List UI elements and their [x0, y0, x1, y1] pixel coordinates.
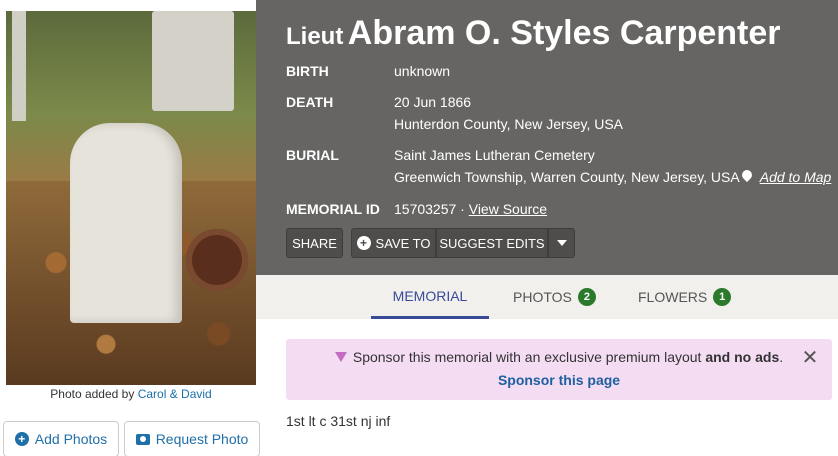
sponsor-text-main: Sponsor this memorial with an exclusive …: [352, 349, 702, 365]
view-source-link[interactable]: View Source: [469, 201, 547, 217]
tab-memorial[interactable]: MEMORIAL: [371, 275, 489, 319]
memorial-tabs: MEMORIAL PHOTOS 2 FLOWERS 1: [256, 275, 838, 319]
sponsor-text-bold: and no ads: [705, 349, 780, 365]
request-photo-button[interactable]: Request Photo: [124, 421, 260, 456]
photo-credit-link[interactable]: Carol & David: [138, 387, 212, 401]
camera-icon: [135, 433, 150, 445]
map-pin-icon: [742, 170, 752, 183]
death-date: 20 Jun 1866: [394, 94, 472, 110]
burial-place-row: Greenwich Township, Warren County, New J…: [394, 166, 831, 188]
suggest-edits-label: SUGGEST EDITS: [439, 235, 545, 251]
sponsor-banner: Sponsor this memorial with an exclusive …: [286, 339, 832, 400]
name-prefix: Lieut: [286, 23, 344, 50]
background-headstone-edge: [12, 11, 26, 121]
birth-label: BIRTH: [286, 63, 329, 79]
memorial-name: Abram O. Styles Carpenter: [347, 14, 781, 52]
add-photos-label: Add Photos: [34, 431, 108, 447]
memorial-id-label: MEMORIAL ID: [286, 201, 380, 217]
death-value: 20 Jun 1866 Hunterdon County, New Jersey…: [394, 91, 623, 135]
memorial-id-row: 15703257 · View Source: [394, 198, 547, 220]
memorial-header: Lieut Abram O. Styles Carpenter BIRTH un…: [256, 0, 838, 275]
memorial-bio: 1st lt c 31st nj inf: [286, 413, 391, 429]
death-place: Hunterdon County, New Jersey, USA: [394, 116, 624, 132]
birth-value: unknown: [394, 63, 451, 79]
burial-place: Greenwich Township, Warren County, New J…: [394, 169, 740, 185]
more-actions-dropdown[interactable]: [548, 228, 575, 258]
tab-photos[interactable]: PHOTOS 2: [513, 275, 596, 319]
left-column: Photo added by Carol & David + Add Photo…: [0, 0, 280, 456]
sponsor-text: Sponsor this memorial with an exclusive …: [286, 349, 832, 365]
tab-photos-label: PHOTOS: [513, 289, 572, 305]
share-button[interactable]: SHARE: [286, 228, 343, 258]
burial-label: BURIAL: [286, 147, 339, 163]
veteran-medallion: [186, 229, 248, 291]
plus-circle-icon: +: [356, 236, 371, 250]
sponsor-page-link-label: Sponsor this page: [497, 372, 621, 388]
save-to-label: SAVE TO: [375, 235, 431, 251]
photo-caption: Photo added by Carol & David: [6, 387, 256, 401]
add-to-map-link[interactable]: Add to Map: [760, 169, 832, 185]
sponsor-text-end: .: [779, 349, 784, 365]
tab-flowers-label: FLOWERS: [638, 289, 708, 305]
add-photos-button[interactable]: + Add Photos: [3, 421, 119, 456]
memorial-id-value: 15703257 ·: [394, 201, 465, 217]
sponsor-page-link[interactable]: Sponsor this page: [286, 372, 832, 388]
photo-caption-prefix: Photo added by: [50, 387, 135, 401]
photos-count-badge: 2: [577, 288, 596, 306]
headstone: [70, 123, 182, 323]
chevron-down-icon: [556, 240, 567, 246]
flowers-count-badge: 1: [713, 288, 732, 306]
plus-circle-icon: +: [14, 432, 29, 446]
tab-memorial-label: MEMORIAL: [392, 287, 468, 304]
burial-value: Saint James Lutheran Cemetery Greenwich …: [394, 144, 831, 188]
close-icon[interactable]: ✕: [800, 348, 820, 368]
page-title: Lieut Abram O. Styles Carpenter: [286, 14, 780, 53]
background-headstone: [152, 11, 234, 111]
memorial-photo[interactable]: [6, 11, 256, 385]
diamond-icon: [334, 352, 347, 362]
burial-cemetery[interactable]: Saint James Lutheran Cemetery: [394, 144, 831, 166]
suggest-edits-button[interactable]: SUGGEST EDITS: [436, 228, 548, 258]
death-label: DEATH: [286, 94, 334, 110]
tab-flowers[interactable]: FLOWERS 1: [638, 275, 732, 319]
share-label: SHARE: [292, 235, 337, 251]
request-photo-label: Request Photo: [155, 431, 249, 447]
save-to-button[interactable]: + SAVE TO: [351, 228, 436, 258]
